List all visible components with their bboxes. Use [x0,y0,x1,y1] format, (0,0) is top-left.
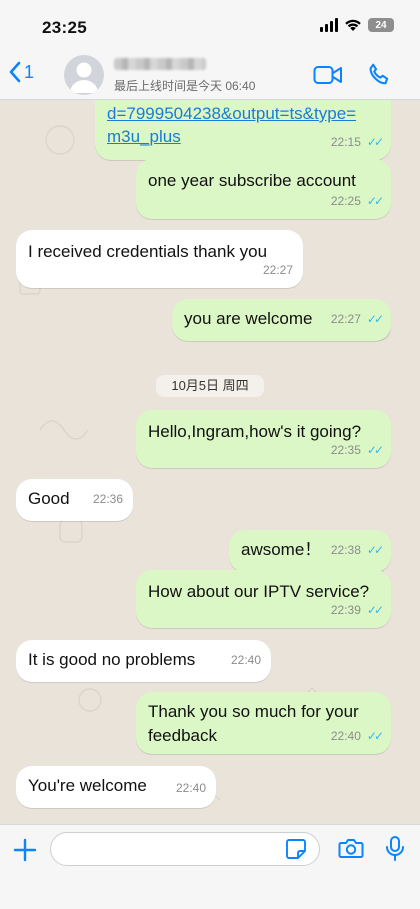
read-receipt-icon: ✓✓ [366,729,384,743]
last-seen-status: 最后上线时间是今天 06:40 [114,79,256,93]
contact-name[interactable] [114,58,206,70]
message-input[interactable] [50,832,320,866]
microphone-icon[interactable] [384,835,406,863]
message-bubble-outgoing[interactable]: How about our IPTV service? 22:39 ✓✓ [136,570,391,628]
read-receipt-icon: ✓✓ [366,135,384,149]
unread-count: 1 [24,61,35,82]
message-bubble-outgoing[interactable]: d=7999504238&output=ts&type= m3u_plus 22… [95,100,391,160]
message-time: 22:27 [262,263,293,277]
read-receipt-icon: ✓✓ [366,312,384,326]
message-bubble-incoming[interactable]: It is good no problems 22:40 [16,640,271,682]
message-meta: 22:25 ✓✓ [330,189,384,213]
message-time: 22:35 [330,443,361,457]
battery-icon: 24 [368,18,394,32]
video-camera-icon[interactable] [313,64,343,86]
camera-icon[interactable] [338,837,364,859]
signal-icon [320,18,338,32]
message-bubble-outgoing[interactable]: Thank you so much for your feedback 22:4… [136,692,391,754]
avatar[interactable] [64,55,104,95]
message-meta: 22:36 [93,487,123,511]
message-meta: 22:27 ✓✓ [330,307,384,331]
message-time: 22:36 [92,492,123,506]
message-time: 22:40 [230,653,261,667]
date-divider: 10月5日 周四 [156,375,264,397]
read-receipt-icon: ✓✓ [366,543,384,557]
message-meta: 22:35 ✓✓ [330,438,384,462]
read-receipt-icon: ✓✓ [366,194,384,208]
person-icon [70,62,98,93]
plus-icon[interactable] [12,837,38,863]
message-text: I received credentials thank you [28,242,268,261]
read-receipt-icon: ✓✓ [366,443,384,457]
message-bubble-outgoing[interactable]: awsome！ 22:38 ✓✓ [229,530,391,572]
status-bar: 23:25 24 [0,0,420,50]
status-time: 23:25 [42,18,87,37]
wifi-icon [345,19,361,31]
message-bubble-incoming[interactable]: You're welcome 22:40 [16,766,216,808]
chat-area[interactable]: d=7999504238&output=ts&type= m3u_plus 22… [0,100,420,824]
message-time: 22:25 [330,194,361,208]
message-meta: 22:27 [263,258,293,282]
message-time: 22:27 [330,312,361,326]
message-meta: 22:40 [176,776,206,800]
message-meta: 22:15 ✓✓ [330,130,384,154]
message-meta: 22:40 [231,648,261,672]
message-meta: 22:40 ✓✓ [330,724,384,748]
chevron-left-icon [9,61,21,83]
message-bubble-outgoing[interactable]: one year subscribe account 22:25 ✓✓ [136,159,391,219]
message-bubble-outgoing[interactable]: Hello,Ingram,how's it going? 22:35 ✓✓ [136,410,391,468]
message-time: 22:39 [330,603,361,617]
sticker-icon[interactable] [285,838,307,860]
message-time: 22:40 [175,781,206,795]
message-bubble-incoming[interactable]: I received credentials thank you 22:27 [16,230,303,288]
back-button[interactable]: 1 [8,60,34,84]
message-text: It is good no problems [28,650,196,669]
read-receipt-icon: ✓✓ [366,603,384,617]
message-bubble-incoming[interactable]: Good 22:36 [16,479,133,521]
phone-icon[interactable] [366,62,392,88]
status-icons: 24 [320,18,394,32]
chat-header: 1 最后上线时间是今天 06:40 [0,50,420,100]
message-bubble-outgoing[interactable]: you are welcome 22:27 ✓✓ [172,299,391,341]
message-time: 22:38 [330,543,361,557]
message-meta: 22:39 ✓✓ [330,598,384,622]
message-input-bar [0,824,420,909]
message-meta: 22:38 ✓✓ [330,538,384,562]
message-time: 22:15 [330,135,361,149]
message-time: 22:40 [330,729,361,743]
